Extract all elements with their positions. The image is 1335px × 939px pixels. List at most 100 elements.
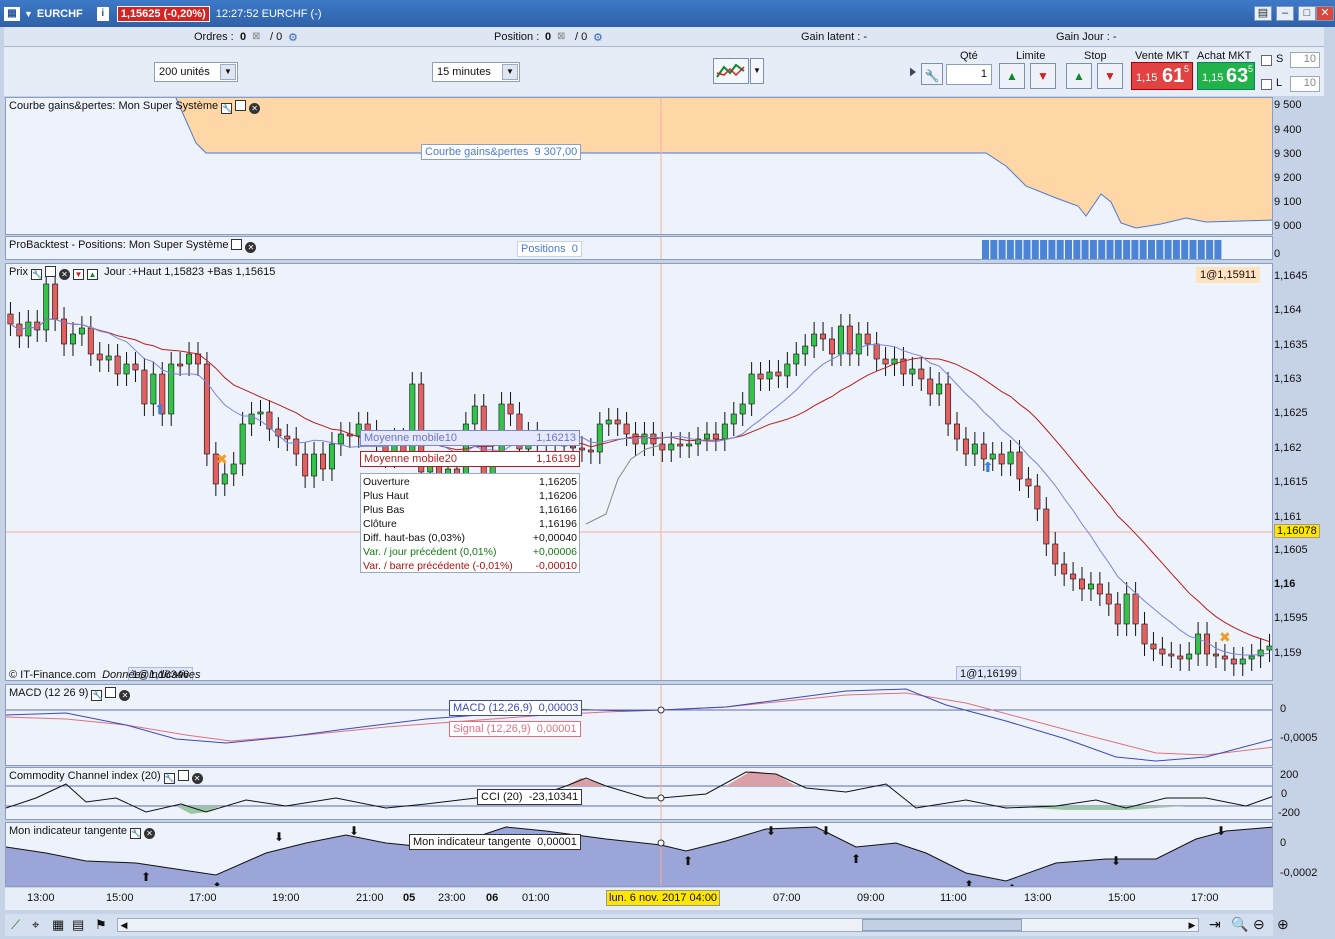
- position-bar: [1015, 240, 1023, 259]
- position-settings-icon[interactable]: ⚙: [593, 31, 603, 44]
- stop-distance-input[interactable]: 10: [1290, 52, 1320, 68]
- position-bar: [1197, 240, 1205, 259]
- zoom-out-icon[interactable]: ⊖: [1253, 916, 1265, 933]
- maximize-button[interactable]: □: [1298, 6, 1316, 21]
- wrench-icon[interactable]: 🔧: [30, 269, 42, 280]
- close-panel-icon[interactable]: ✕: [245, 242, 257, 253]
- crosshair-icon[interactable]: ⌖: [32, 917, 39, 933]
- candle: [284, 435, 291, 440]
- zoom-fit-icon[interactable]: 🔍: [1231, 916, 1248, 933]
- macd-label: MACD (12,26,9) 0,00003: [449, 700, 583, 716]
- candle: [1061, 563, 1068, 575]
- chart-window-icon[interactable]: ▦: [4, 6, 20, 21]
- info-row: Plus Haut 1,16206: [363, 490, 577, 504]
- dropdown-arrow-icon[interactable]: ▼: [24, 9, 33, 19]
- limit-sell-button[interactable]: ▼: [1030, 63, 1056, 89]
- maximize-panel-icon[interactable]: [177, 770, 189, 781]
- info-value: 1,16205: [539, 476, 577, 488]
- sell-market-button[interactable]: 1,15 61 5: [1131, 62, 1193, 90]
- candle: [337, 433, 344, 445]
- wrench-icon[interactable]: 🔧: [91, 690, 103, 701]
- candle: [570, 445, 577, 449]
- panel-title: Courbe gains&pertes: Mon Super Système 🔧 ✕: [9, 100, 261, 114]
- stop-sell-button[interactable]: ▼: [1097, 63, 1123, 89]
- tangente-panel: ⬆⬆⬇⬇⬆⬇⬇⬆⬆⬆⬇⬇ Mon indicateur tangente🔧✕ M…: [5, 822, 1273, 887]
- wrench-icon[interactable]: 🔧: [921, 63, 943, 85]
- maximize-panel-icon[interactable]: [235, 100, 247, 111]
- candle: [1016, 451, 1023, 480]
- candle: [605, 419, 612, 425]
- scroll-end-icon[interactable]: ⇥: [1209, 916, 1221, 933]
- buy-market-button[interactable]: 1,15 63 5: [1197, 62, 1255, 90]
- positions-value: 0: [571, 243, 578, 255]
- candle: [971, 443, 978, 455]
- panel-title: MACD (12 26 9) 🔧 ✕: [9, 687, 131, 701]
- quantity-input[interactable]: 1: [946, 64, 992, 85]
- limit-buy-button[interactable]: ▲: [999, 63, 1025, 89]
- position-bar: [1156, 240, 1164, 259]
- scroll-left-icon[interactable]: ◀: [117, 918, 131, 932]
- toolbar-toggle-button[interactable]: ▤: [1254, 6, 1272, 21]
- sell-price-prefix: 1,15: [1136, 72, 1158, 84]
- wrench-icon[interactable]: 🔧: [221, 103, 233, 114]
- maximize-panel-icon[interactable]: [44, 266, 56, 277]
- wrench-icon[interactable]: 🔧: [130, 828, 142, 839]
- window-time: 12:27:52 EURCHF (-): [215, 7, 322, 20]
- limit-distance-input[interactable]: 10: [1290, 76, 1320, 92]
- maximize-panel-icon[interactable]: [105, 687, 117, 698]
- close-panel-icon[interactable]: ✕: [249, 103, 261, 114]
- bottom-toolbar: ⟋ ⌖ ▦ ▤ ⚑ ◀ ▶ ⇥ 🔍 ⊖ ⊕: [5, 914, 1289, 936]
- vente-label: Vente MKT: [1135, 50, 1190, 62]
- orders-settings-icon[interactable]: ⚙: [288, 31, 298, 44]
- positions-panel: ProBacktest - Positions: Mon Super Systè…: [5, 236, 1273, 260]
- close-panel-icon[interactable]: ✕: [58, 269, 70, 280]
- tangente-axis-tick: -0,0002: [1280, 867, 1318, 879]
- title-bar: ▦ ▼ EURCHF i 1,15625 (-0,20%) 12:27:52 E…: [0, 0, 1335, 27]
- minimize-button[interactable]: –: [1276, 6, 1294, 21]
- cancel-orders-icon[interactable]: ⊠: [252, 31, 260, 42]
- candle: [829, 338, 835, 355]
- candle: [320, 453, 326, 470]
- macd-title: MACD (12 26 9): [9, 687, 89, 699]
- candle: [1230, 658, 1237, 665]
- close-button[interactable]: ✕: [1316, 6, 1334, 21]
- position-bar: [1081, 240, 1089, 259]
- close-panel-icon[interactable]: ✕: [144, 828, 156, 839]
- cursor-dot: [657, 794, 665, 802]
- maximize-panel-icon[interactable]: [231, 239, 243, 250]
- l-label: L: [1276, 77, 1283, 89]
- zoom-in-icon[interactable]: ⊕: [1277, 916, 1289, 933]
- indicators-button[interactable]: [713, 58, 749, 84]
- candles-group: [7, 272, 1272, 676]
- sell-order-icon[interactable]: ▼: [72, 269, 84, 280]
- scroll-thumb[interactable]: [862, 919, 1022, 931]
- info-row: Diff. haut-bas (0,03%) +0,00040: [363, 532, 577, 546]
- wrench-icon[interactable]: 🔧: [163, 773, 175, 784]
- flag-icon[interactable]: ⚑: [95, 917, 107, 933]
- candle: [793, 353, 800, 365]
- table-icon[interactable]: ▤: [72, 917, 84, 933]
- tangente-axis-tick: 0: [1280, 837, 1287, 849]
- scroll-right-icon[interactable]: ▶: [1185, 918, 1199, 932]
- collapse-arrow-icon[interactable]: [910, 67, 916, 77]
- quantity-units-select[interactable]: 200 unités ▼: [154, 62, 238, 82]
- grid-icon[interactable]: ▦: [52, 917, 64, 933]
- chart-type-icon[interactable]: ⟋: [11, 917, 20, 933]
- close-panel-icon[interactable]: ✕: [191, 773, 203, 784]
- info-icon[interactable]: i: [96, 6, 109, 21]
- close-position-icon[interactable]: ⊠: [557, 31, 565, 42]
- close-panel-icon[interactable]: ✕: [119, 690, 131, 701]
- cci-panel: Commodity Channel index (20) 🔧 ✕ CCI (20) …: [5, 767, 1273, 820]
- horizontal-scrollbar[interactable]: [117, 918, 1199, 932]
- candle: [614, 419, 621, 425]
- timeframe-value: 15 minutes: [437, 66, 491, 78]
- position-count: 0: [545, 31, 552, 43]
- stop-checkbox[interactable]: [1261, 55, 1272, 66]
- indicators-menu-button[interactable]: ▼: [750, 58, 764, 84]
- equity-value-label: Courbe gains&pertes 9 307,00: [421, 144, 582, 160]
- timeframe-select[interactable]: 15 minutes ▼: [432, 62, 520, 82]
- limit-checkbox[interactable]: [1261, 79, 1272, 90]
- gain-jour: Gain Jour : -: [1056, 31, 1117, 43]
- buy-order-icon[interactable]: ▲: [86, 269, 98, 280]
- stop-buy-button[interactable]: ▲: [1066, 63, 1092, 89]
